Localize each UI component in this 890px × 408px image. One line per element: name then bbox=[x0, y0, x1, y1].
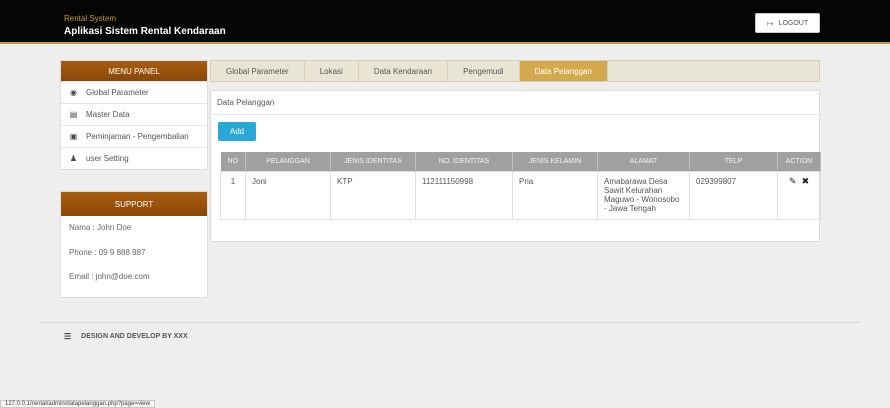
cell-telp: 029399807 bbox=[689, 170, 778, 220]
document-icon: ▣ bbox=[69, 132, 78, 141]
edit-icon[interactable]: ✎ bbox=[789, 176, 797, 186]
top-navbar: Rental System Aplikasi Sistem Rental Ken… bbox=[0, 0, 890, 44]
menu-panel: MENU PANEL ◉ Global Parameter ▤ Master D… bbox=[60, 60, 208, 170]
support-panel: SUPPORT Nama : John Doe Phone : 09 9 888… bbox=[60, 191, 208, 298]
menu-icon: ☰ bbox=[64, 332, 72, 341]
menu-item-user-setting[interactable]: ♟ user Setting bbox=[61, 147, 207, 169]
menu-panel-title: MENU PANEL bbox=[61, 61, 207, 81]
footer: ☰ DESIGN AND DEVELOP BY XXX bbox=[64, 332, 188, 341]
cell-no: 1 bbox=[220, 170, 246, 220]
tab-bar: Global Parameter Lokasi Data Kendaraan P… bbox=[210, 60, 820, 82]
globe-icon: ◉ bbox=[70, 88, 77, 97]
column-header[interactable]: TELP bbox=[689, 152, 778, 171]
support-phone: Phone : 09 9 888 987 bbox=[69, 248, 146, 257]
table-header-row: NO PELANGGAN JENIS IDENTITAS NO. IDENTIT… bbox=[220, 152, 821, 171]
menu-item-label: Peminjaman - Pengembalian bbox=[86, 132, 189, 141]
footer-text: DESIGN AND DEVELOP BY XXX bbox=[81, 333, 188, 340]
content-panel: Data Pelanggan Add NO PELANGGAN JENIS ID… bbox=[210, 90, 821, 242]
support-title: SUPPORT bbox=[61, 192, 207, 216]
column-header[interactable]: JENIS IDENTITAS bbox=[330, 152, 416, 171]
footer-divider bbox=[40, 322, 860, 323]
add-button[interactable]: Add bbox=[218, 122, 256, 141]
column-header[interactable]: ALAMAT bbox=[597, 152, 690, 171]
support-name: Nama : John Doe bbox=[69, 223, 132, 232]
column-header[interactable]: NO. IDENTITAS bbox=[415, 152, 513, 171]
app-title: Aplikasi Sistem Rental Kendaraan bbox=[64, 26, 226, 37]
tab-global-parameter[interactable]: Global Parameter bbox=[211, 61, 305, 81]
cell-no-identitas: 112111150998 bbox=[415, 170, 513, 220]
table-row: 1 Joni KTP 112111150998 Pria Amabarawa D… bbox=[220, 170, 821, 220]
menu-item-label: Master Data bbox=[86, 110, 130, 119]
cell-jenis-kelamin: Pria bbox=[512, 170, 598, 220]
column-header[interactable]: JENIS KELAMIN bbox=[512, 152, 598, 171]
tab-data-kendaraan[interactable]: Data Kendaraan bbox=[359, 61, 449, 81]
status-url: 127.0.0.1/rental/admin/datapelanggan.php… bbox=[0, 400, 155, 408]
user-icon: ♟ bbox=[69, 154, 78, 163]
menu-item-peminjaman[interactable]: ▣ Peminjaman - Pengembalian bbox=[61, 125, 207, 147]
menu-item-label: Global Parameter bbox=[86, 88, 149, 97]
menu-item-label: user Setting bbox=[86, 154, 129, 163]
database-icon: ▤ bbox=[69, 110, 78, 119]
cell-action: ✎ ✖ bbox=[777, 170, 821, 220]
delete-icon[interactable]: ✖ bbox=[802, 176, 810, 186]
tab-data-pelanggan[interactable]: Data Pelanggan bbox=[519, 61, 608, 81]
logout-button[interactable]: ↦ LOGOUT bbox=[755, 13, 820, 33]
tab-lokasi[interactable]: Lokasi bbox=[305, 61, 359, 81]
menu-item-master-data[interactable]: ▤ Master Data bbox=[61, 103, 207, 125]
sign-out-icon: ↦ bbox=[766, 18, 774, 28]
cell-jenis-identitas: KTP bbox=[330, 170, 416, 220]
cell-alamat: Amabarawa Desa Sawit Kelurahan Maguwo - … bbox=[597, 170, 690, 220]
column-header[interactable]: PELANGGAN bbox=[245, 152, 331, 171]
cell-pelanggan: Joni bbox=[245, 170, 331, 220]
column-header: ACTION bbox=[777, 152, 821, 171]
menu-item-global-parameter[interactable]: ◉ Global Parameter bbox=[61, 81, 207, 103]
logout-label: LOGOUT bbox=[778, 19, 809, 27]
brand-subtitle: Rental System bbox=[64, 14, 117, 23]
panel-title: Data Pelanggan bbox=[211, 91, 819, 115]
customer-table: NO PELANGGAN JENIS IDENTITAS NO. IDENTIT… bbox=[220, 152, 821, 220]
tab-pengemudi[interactable]: Pengemudi bbox=[448, 61, 520, 81]
column-header[interactable]: NO bbox=[220, 152, 246, 171]
support-email: Email : john@doe.com bbox=[69, 272, 150, 281]
